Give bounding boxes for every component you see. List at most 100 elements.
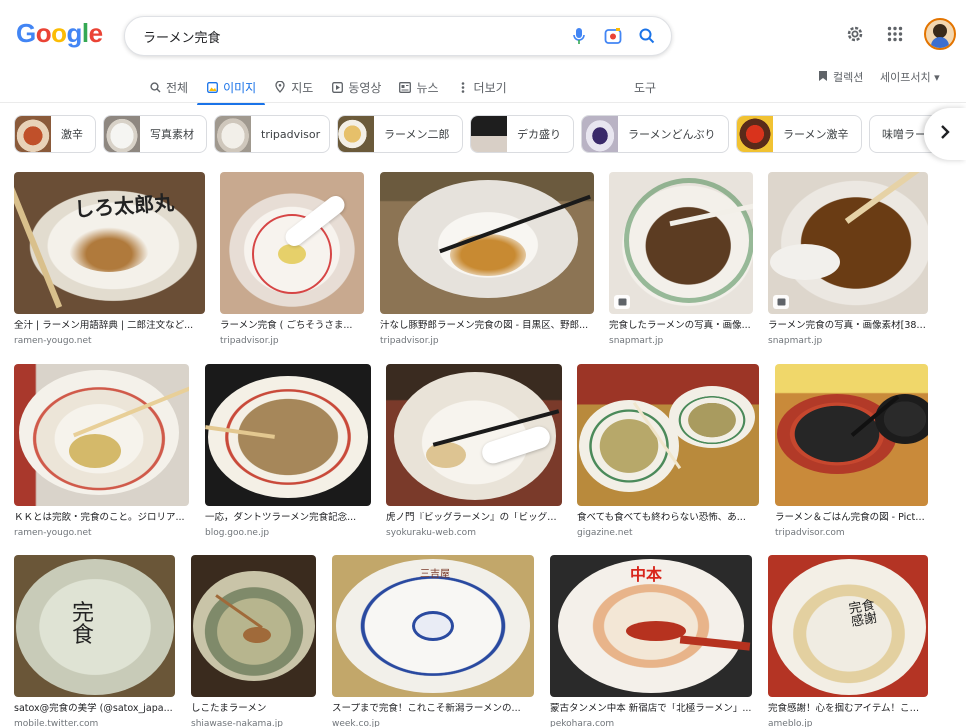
chip-item[interactable]: デカ盛り bbox=[470, 115, 574, 153]
search-input[interactable]: ラーメン完食 bbox=[143, 27, 220, 46]
related-search-chips: 激辛 写真素材 tripadvisor ラーメン二郎 デカ盛り ラーメンどんぶり… bbox=[14, 115, 966, 153]
chip-label: tripadvisor bbox=[261, 127, 321, 141]
result-image[interactable]: しろ太郎丸 bbox=[14, 172, 205, 314]
result-card[interactable]: 汁なし豚野郎ラーメン完食の図 - 目黒区、野郎... tripadvisor.j… bbox=[380, 172, 594, 347]
result-source: blog.goo.ne.jp bbox=[205, 528, 270, 538]
result-card[interactable]: 食べても食べても終わらない恐怖、あ... gigazine.net bbox=[577, 364, 759, 539]
bookmark-icon bbox=[818, 70, 828, 85]
result-image[interactable] bbox=[220, 172, 364, 314]
result-image[interactable]: 完食 感謝 bbox=[768, 555, 928, 697]
image-badge-icon bbox=[614, 295, 630, 309]
tab-maps[interactable]: 지도 bbox=[265, 74, 322, 100]
tab-more[interactable]: 더보기 bbox=[448, 74, 516, 100]
result-source: tripadvisor.jp bbox=[220, 336, 279, 346]
result-source: shiawase-nakama.jp bbox=[191, 719, 283, 727]
search-icon bbox=[149, 81, 161, 93]
result-image[interactable] bbox=[205, 364, 371, 506]
result-card[interactable]: 中本 蒙古タンメン中本 新宿店で「北極ラーメン」... pekohara.com bbox=[550, 555, 752, 727]
tab-videos[interactable]: 동영상 bbox=[322, 74, 390, 100]
saved-collections-button[interactable]: 컬렉션 bbox=[818, 69, 863, 85]
result-caption: しこたまラーメン bbox=[191, 703, 267, 714]
tab-images[interactable]: 이미지 bbox=[197, 74, 266, 105]
chip-item[interactable]: tripadvisor bbox=[214, 115, 330, 153]
tab-label: 지도 bbox=[291, 80, 314, 95]
result-card[interactable]: しろ太郎丸 全汁 | ラーメン用語辞典 | 二郎注文など... ramen-yo… bbox=[14, 172, 205, 347]
video-icon bbox=[331, 81, 343, 93]
result-source: ramen-yougo.net bbox=[14, 528, 92, 538]
result-image[interactable] bbox=[609, 172, 753, 314]
camera-lens-icon[interactable] bbox=[603, 26, 623, 46]
header-divider bbox=[0, 102, 966, 103]
result-card[interactable]: 三吉屋 スープまで完食！これこそ新潟ラーメンの... week.co.jp bbox=[332, 555, 534, 727]
result-source: mobile.twitter.com bbox=[14, 719, 99, 727]
search-icon[interactable] bbox=[637, 26, 657, 46]
result-image[interactable] bbox=[14, 364, 189, 506]
apps-grid-icon[interactable] bbox=[884, 23, 906, 45]
tab-label: 동영상 bbox=[348, 80, 382, 95]
result-image[interactable]: 中本 bbox=[550, 555, 752, 697]
result-source: ameblo.jp bbox=[768, 719, 813, 727]
chip-item[interactable]: ラーメン激辛 bbox=[736, 115, 862, 153]
result-source: pekohara.com bbox=[550, 719, 615, 727]
map-pin-icon bbox=[274, 81, 286, 93]
result-card[interactable]: ラーメン＆ごはん完食の図 - Picture of... tripadvisor… bbox=[775, 364, 928, 539]
result-image[interactable]: 完食 bbox=[14, 555, 175, 697]
chip-item[interactable]: ラーメンどんぶり bbox=[581, 115, 729, 153]
result-image[interactable] bbox=[775, 364, 928, 506]
result-caption: ＫＫとは完飲・完食のこと。ジロリア... bbox=[14, 512, 185, 523]
result-card[interactable]: ＫＫとは完飲・完食のこと。ジロリア... ramen-yougo.net bbox=[14, 364, 189, 539]
chevron-right-icon bbox=[940, 124, 950, 144]
safesearch-dropdown[interactable]: 세이프서치 ▾ bbox=[880, 69, 940, 85]
result-caption: 完食感謝！心を掴むアイテム！これもモ... bbox=[768, 703, 928, 714]
result-caption: スープまで完食！これこそ新潟ラーメンの... bbox=[332, 703, 521, 714]
result-card[interactable]: 完食感謝 完食感謝！心を掴むアイテム！これもモ... ameblo.jp bbox=[768, 555, 928, 727]
result-image[interactable] bbox=[380, 172, 594, 314]
tools-button[interactable]: 도구 bbox=[634, 79, 656, 96]
result-caption: 全汁 | ラーメン用語辞典 | 二郎注文など... bbox=[14, 320, 194, 331]
result-caption: 蒙古タンメン中本 新宿店で「北極ラーメン」... bbox=[550, 703, 752, 714]
result-image[interactable]: 三吉屋 bbox=[332, 555, 534, 697]
result-image[interactable] bbox=[577, 364, 759, 506]
microphone-icon[interactable] bbox=[569, 26, 589, 46]
news-icon bbox=[399, 81, 412, 93]
chip-label: デカ盛り bbox=[517, 128, 561, 141]
result-caption: 一応，ダントツラーメン完食記念... bbox=[205, 512, 357, 523]
chip-item[interactable]: 激辛 bbox=[14, 115, 96, 153]
chip-label: ラーメン激辛 bbox=[783, 128, 849, 141]
tab-label: 뉴스 bbox=[416, 80, 439, 95]
chip-thumbnail bbox=[215, 116, 251, 152]
tab-news[interactable]: 뉴스 bbox=[390, 74, 447, 100]
search-box[interactable]: ラーメン完食 bbox=[124, 16, 672, 56]
result-source: snapmart.jp bbox=[609, 336, 664, 346]
image-icon bbox=[206, 81, 218, 93]
result-source: snapmart.jp bbox=[768, 336, 823, 346]
result-card[interactable]: ラーメン完食 ( ごちそうさま... tripadvisor.jp bbox=[220, 172, 364, 347]
result-source: gigazine.net bbox=[577, 528, 633, 538]
result-card[interactable]: しこたまラーメン shiawase-nakama.jp bbox=[191, 555, 316, 727]
image-badge-icon bbox=[773, 295, 789, 309]
result-caption: ラーメン＆ごはん完食の図 - Picture of... bbox=[775, 512, 928, 523]
chip-label: 激辛 bbox=[61, 128, 83, 141]
result-card[interactable]: 虎ノ門『ビッグラーメン』の「ビッグラ... syokuraku-web.com bbox=[386, 364, 562, 539]
result-card[interactable]: ラーメン完食の写真・画像素材[3875291]... snapmart.jp bbox=[768, 172, 928, 347]
chip-item[interactable]: ラーメン二郎 bbox=[337, 115, 463, 153]
tab-label: 전체 bbox=[166, 80, 189, 95]
tab-all[interactable]: 전체 bbox=[140, 74, 197, 100]
google-logo[interactable]: Google bbox=[16, 18, 103, 49]
result-card[interactable]: 完食したラーメンの写真・画像... snapmart.jp bbox=[609, 172, 753, 347]
result-card[interactable]: 一応，ダントツラーメン完食記念... blog.goo.ne.jp bbox=[205, 364, 371, 539]
result-image[interactable] bbox=[191, 555, 316, 697]
result-card[interactable]: 完食 satox@完食の美学 (@satox_japa... mobile.tw… bbox=[14, 555, 175, 727]
result-image[interactable] bbox=[386, 364, 562, 506]
result-source: syokuraku-web.com bbox=[386, 528, 476, 538]
chip-item[interactable]: 写真素材 bbox=[103, 115, 207, 153]
chip-label: ラーメン二郎 bbox=[384, 128, 450, 141]
result-caption: ラーメン完食の写真・画像素材[3875291]... bbox=[768, 320, 928, 331]
chip-thumbnail bbox=[582, 116, 618, 152]
more-vert-icon bbox=[457, 81, 469, 93]
result-caption: 汁なし豚野郎ラーメン完食の図 - 目黒区、野郎... bbox=[380, 320, 589, 331]
chip-label: 写真素材 bbox=[150, 128, 194, 141]
result-image[interactable] bbox=[768, 172, 928, 314]
account-avatar[interactable] bbox=[924, 18, 956, 50]
gear-icon[interactable] bbox=[844, 23, 866, 45]
